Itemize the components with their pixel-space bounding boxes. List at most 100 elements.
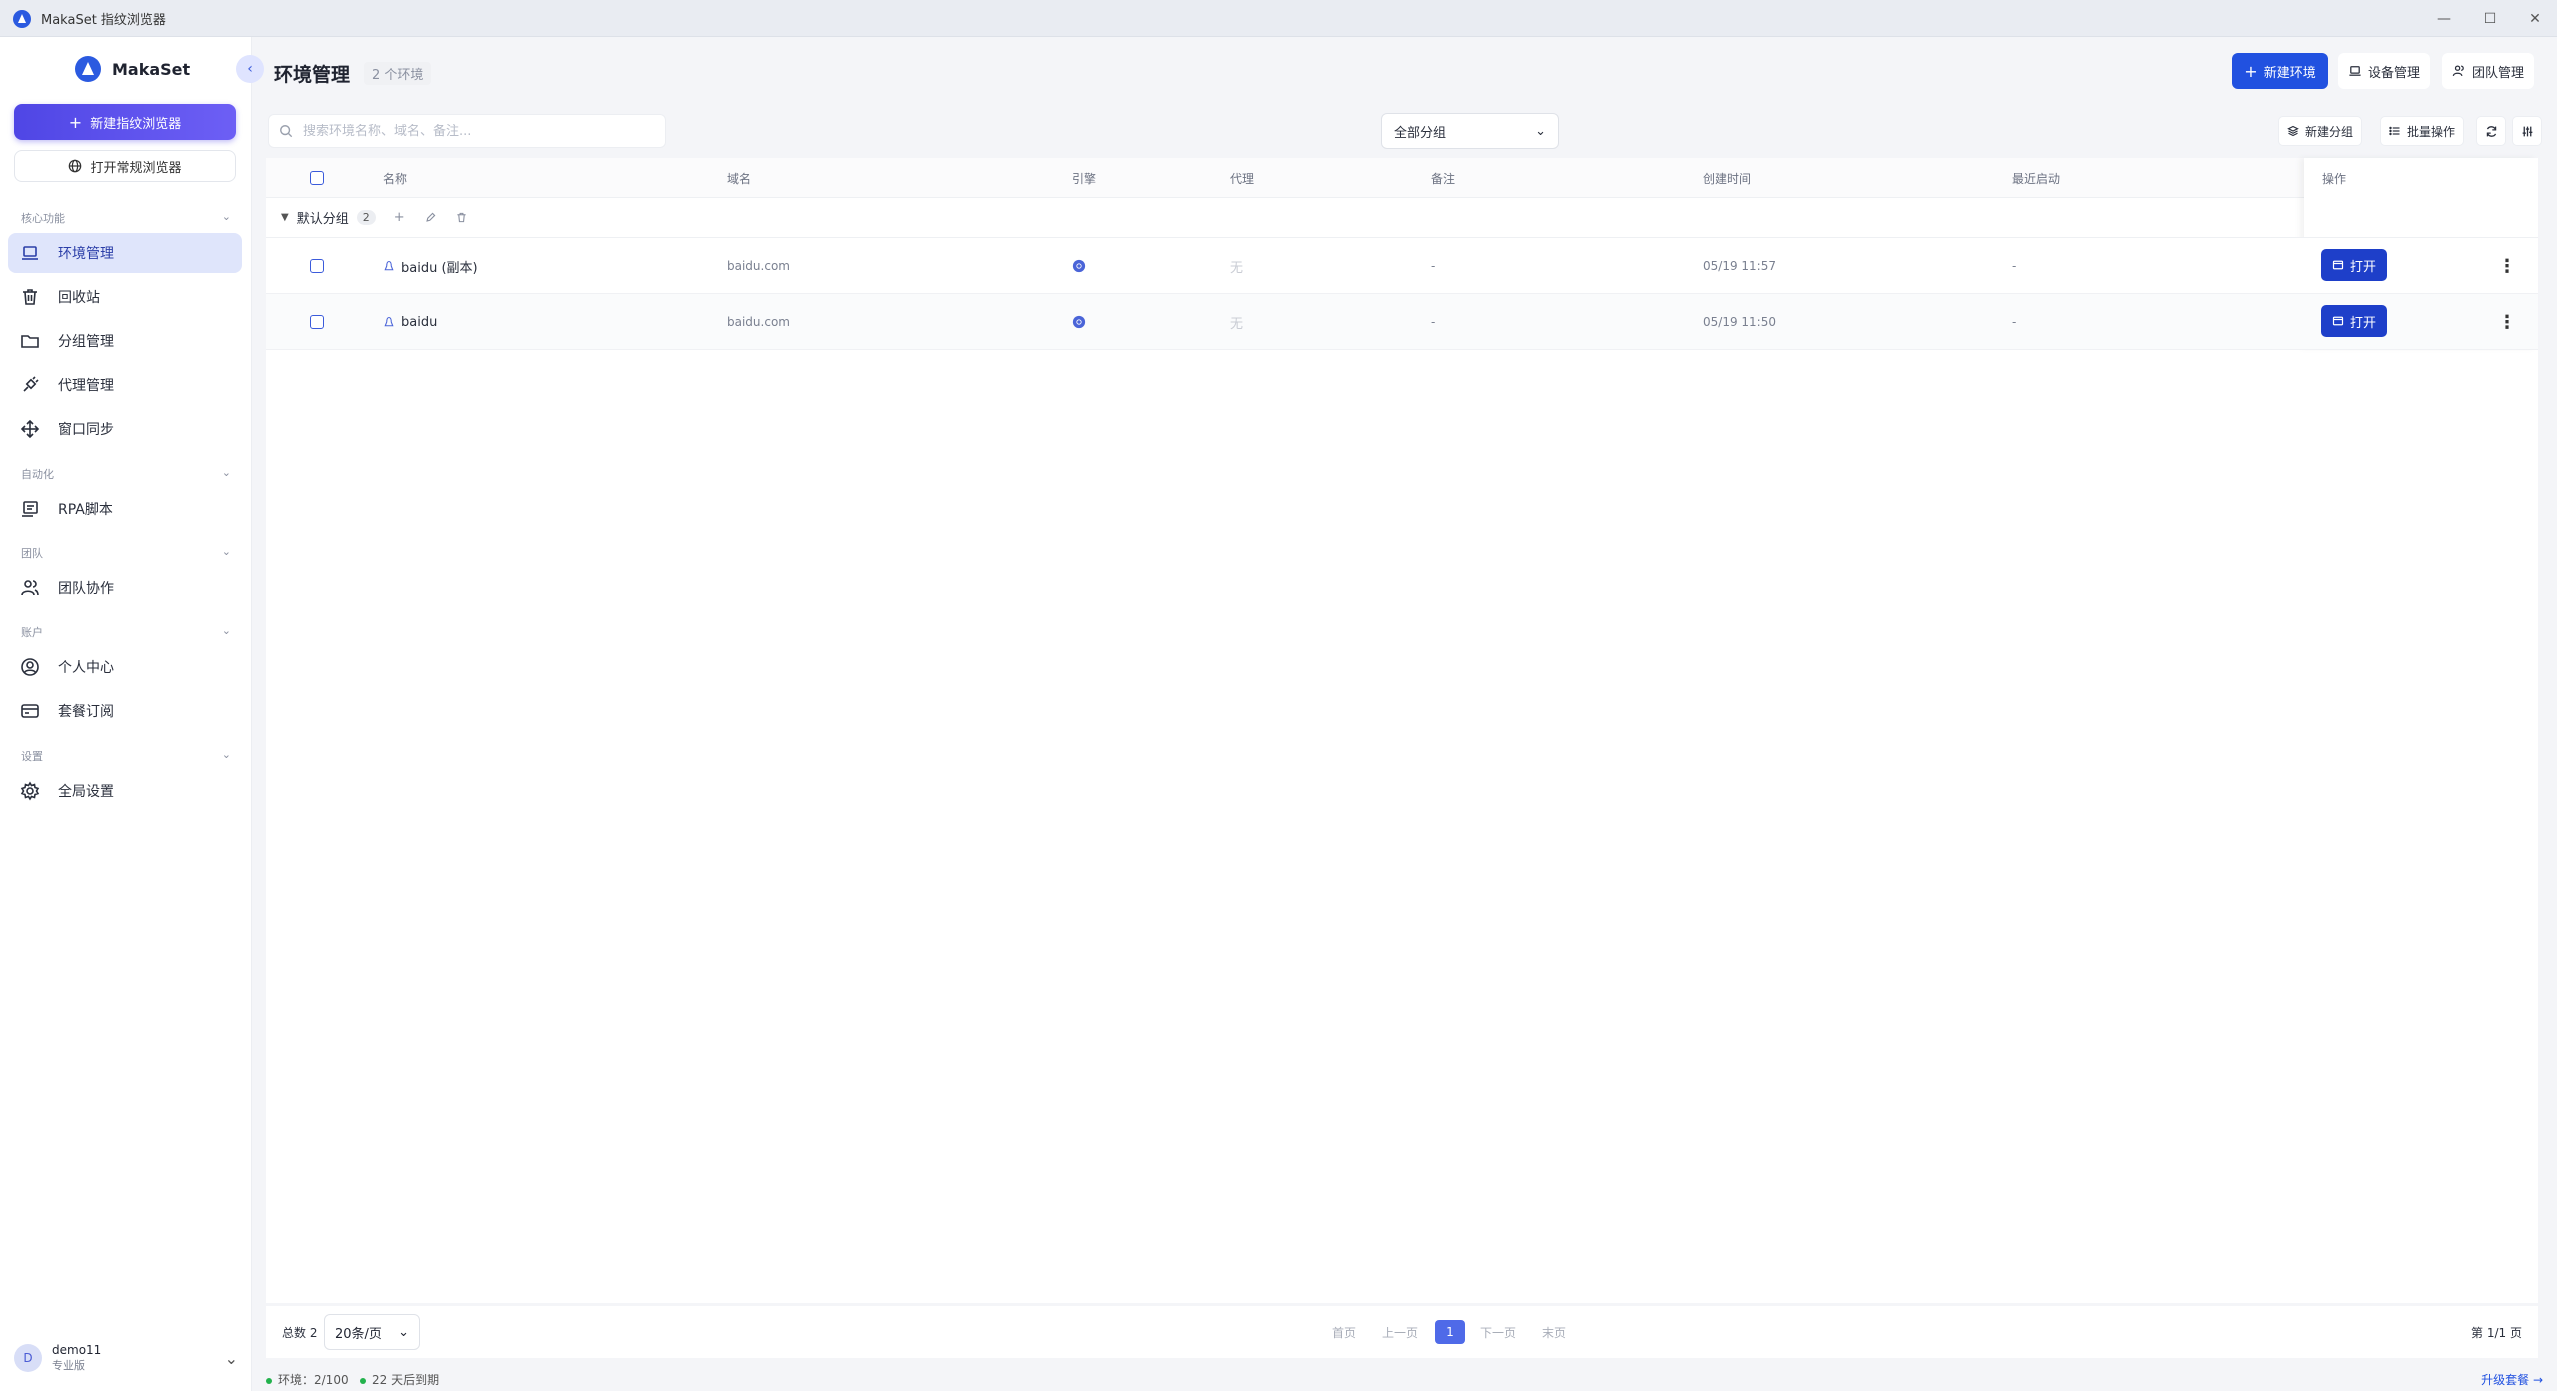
new-group-button[interactable]: 新建分组	[2278, 116, 2363, 146]
next-page-link[interactable]: 下一页	[1480, 1324, 1516, 1341]
close-button[interactable]: ✕	[2512, 0, 2557, 37]
section-automation[interactable]: 自动化 ⌄	[21, 466, 231, 482]
section-core-label: 核心功能	[21, 212, 65, 225]
group-count-badge: 2	[356, 210, 376, 225]
team-mgmt-button[interactable]: 团队管理	[2442, 53, 2535, 89]
section-core[interactable]: 核心功能 ⌄	[21, 210, 231, 226]
sidebar-item-groups[interactable]: 分组管理	[8, 321, 242, 361]
proxy-cell: 无	[1230, 260, 1244, 276]
brand-name: MakaSet	[112, 59, 191, 79]
sidebar-item-team[interactable]: 团队协作	[8, 568, 242, 608]
more-options-icon[interactable]: ⋮	[2497, 252, 2517, 280]
pagination: 总数 2 20条/页 ⌄ 首页 上一页 1 下一页 末页 第 1/1 页	[266, 1306, 2538, 1358]
remark-cell: -	[1431, 315, 1436, 329]
col-last-start[interactable]: 最近启动	[2012, 158, 2060, 198]
col-name[interactable]: 名称	[383, 158, 407, 198]
list-icon	[2389, 126, 2400, 136]
sidebar-item-sync[interactable]: 窗口同步	[8, 409, 242, 449]
open-button[interactable]: 打开	[2321, 249, 2387, 281]
name-cell: baidu	[383, 294, 437, 350]
sidebar-item-label: 个人中心	[58, 660, 114, 676]
search-input[interactable]	[303, 123, 643, 139]
new-env-label: 新建环境	[2263, 65, 2316, 81]
batch-ops-button[interactable]: 批量操作	[2380, 116, 2465, 146]
refresh-button[interactable]	[2476, 116, 2506, 146]
row-checkbox[interactable]	[310, 259, 324, 273]
script-icon	[22, 501, 38, 517]
linux-icon	[384, 316, 394, 327]
chevron-down-icon: ⌄	[221, 545, 231, 558]
minimize-button[interactable]: —	[2421, 0, 2467, 37]
search-box[interactable]	[268, 114, 666, 148]
last-page-link[interactable]: 末页	[1542, 1324, 1566, 1341]
status-bar: 环境：2/100 22 天后到期 升级套餐 →	[252, 1366, 2557, 1391]
brand-logo-icon	[75, 56, 101, 82]
new-env-button[interactable]: + 新建环境	[2232, 53, 2328, 89]
table-row[interactable]: baidu baidu.com 无 - 05/19 11:50 - 打开 ⋮	[266, 294, 2538, 350]
col-remark[interactable]: 备注	[1431, 158, 1455, 198]
select-all-checkbox-cell	[310, 158, 324, 198]
col-proxy[interactable]: 代理	[1230, 158, 1254, 198]
sidebar-item-proxy[interactable]: 代理管理	[8, 365, 242, 405]
maximize-button[interactable]: ☐	[2467, 0, 2513, 37]
pager-total: 总数 2	[282, 1325, 318, 1340]
col-engine[interactable]: 引擎	[1072, 158, 1096, 198]
section-settings[interactable]: 设置 ⌄	[21, 748, 231, 764]
window-icon	[2332, 316, 2344, 326]
page-size-select[interactable]: 20条/页 ⌄	[324, 1314, 420, 1350]
group-name: 默认分组	[296, 212, 349, 227]
sidebar-item-label: 环境管理	[58, 246, 114, 262]
col-created[interactable]: 创建时间	[1703, 158, 1751, 198]
plus-icon: +	[68, 112, 83, 132]
new-browser-button[interactable]: + 新建指纹浏览器	[14, 104, 236, 140]
chevron-down-icon: ⌄	[221, 466, 231, 479]
row-checkbox-cell	[310, 238, 324, 294]
created-cell: 05/19 11:57	[1703, 259, 1776, 273]
search-icon	[280, 125, 293, 138]
device-mgmt-label: 设备管理	[2368, 65, 2421, 81]
current-page[interactable]: 1	[1435, 1320, 1465, 1344]
new-group-label: 新建分组	[2305, 124, 2354, 139]
prev-page-link[interactable]: 上一页	[1382, 1324, 1418, 1341]
edit-icon[interactable]	[425, 212, 436, 223]
window-title: MakaSet 指纹浏览器	[41, 12, 166, 28]
sidebar-item-settings[interactable]: 全局设置	[8, 771, 242, 811]
row-checkbox-cell	[310, 294, 324, 350]
open-regular-browser-button[interactable]: 打开常规浏览器	[14, 150, 236, 182]
sliders-icon	[2522, 126, 2532, 136]
env-usage-status: 环境：2/100	[266, 1371, 349, 1388]
chevron-down-icon: ⌄	[398, 1324, 409, 1340]
plus-icon[interactable]: +	[394, 210, 405, 225]
section-settings-label: 设置	[21, 750, 43, 763]
more-options-icon[interactable]: ⋮	[2497, 308, 2517, 336]
group-row[interactable]: ▼ 默认分组 2 +	[266, 198, 2538, 238]
first-page-link[interactable]: 首页	[1332, 1324, 1356, 1341]
sidebar-item-trash[interactable]: 回收站	[8, 277, 242, 317]
sidebar-item-profile[interactable]: 个人中心	[8, 647, 242, 687]
row-checkbox[interactable]	[310, 315, 324, 329]
upgrade-link[interactable]: 升级套餐 →	[2481, 1371, 2543, 1388]
select-all-checkbox[interactable]	[310, 171, 324, 185]
trash-icon[interactable]	[456, 212, 467, 223]
move-icon	[20, 419, 40, 439]
user-menu[interactable]: D demo11 专业版 ⌄	[14, 1340, 238, 1376]
section-team[interactable]: 团队 ⌄	[21, 545, 231, 561]
sidebar-item-env[interactable]: 环境管理	[8, 233, 242, 273]
sidebar-item-rpa[interactable]: RPA脚本	[8, 489, 242, 529]
table-row[interactable]: baidu (副本) baidu.com 无 - 05/19 11:57 - 打…	[266, 238, 2538, 294]
sidebar-item-label: 代理管理	[58, 378, 114, 394]
caret-down-icon[interactable]: ▼	[281, 212, 289, 223]
group-select[interactable]: 全部分组 ⌄	[1381, 113, 1559, 149]
col-domain[interactable]: 域名	[727, 158, 751, 198]
sidebar-collapse-button[interactable]: ‹	[236, 55, 264, 83]
chrome-icon	[1072, 259, 1086, 273]
device-mgmt-button[interactable]: 设备管理	[2338, 53, 2431, 89]
sidebar-item-subscription[interactable]: 套餐订阅	[8, 691, 242, 731]
group-select-value: 全部分组	[1394, 125, 1447, 141]
last-start-cell: -	[2012, 315, 2017, 329]
column-settings-button[interactable]	[2512, 116, 2542, 146]
user-info: demo11 专业版	[52, 1343, 215, 1373]
trash-icon	[23, 289, 37, 305]
open-button[interactable]: 打开	[2321, 305, 2387, 337]
section-account[interactable]: 账户 ⌄	[21, 624, 231, 640]
